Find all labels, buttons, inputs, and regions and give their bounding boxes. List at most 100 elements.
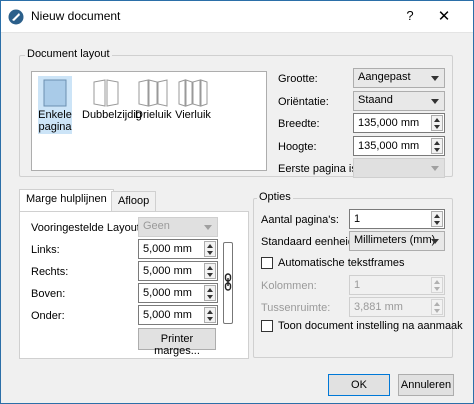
tab-bleed[interactable]: Afloop: [111, 191, 157, 211]
margin-right-stepper[interactable]: [204, 263, 216, 279]
columns-spinbox[interactable]: 1: [349, 275, 445, 295]
chevron-down-icon: [431, 76, 439, 81]
orientation-label: Oriëntatie:: [278, 96, 329, 108]
window-title: Nieuw document: [31, 9, 121, 23]
first-page-select[interactable]: [353, 158, 445, 178]
preset-layouts-select[interactable]: Geen: [138, 217, 218, 237]
document-layout-label: Document layout: [25, 48, 112, 60]
gap-value: 3,881 mm: [354, 301, 403, 313]
layout-label-single-page: Enkele pagina: [38, 109, 72, 133]
arrow-down-icon: [434, 148, 440, 152]
tab-margin-guides-label: Marge hulplijnen: [26, 193, 107, 205]
margin-bottom-label: Onder:: [31, 310, 65, 322]
single-page-icon: [43, 79, 67, 107]
gap-label: Tussenruimte:: [261, 302, 331, 314]
layout-item-triptych[interactable]: Drieluik: [135, 79, 172, 121]
size-select-value: Aangepast: [358, 71, 411, 83]
close-button[interactable]: ✕: [433, 7, 455, 27]
margin-right-label: Rechts:: [31, 266, 69, 278]
first-page-label: Eerste pagina is:: [278, 163, 360, 175]
arrow-down-icon: [207, 317, 213, 321]
gap-stepper[interactable]: [431, 299, 443, 315]
margin-right-spinbox[interactable]: 5,000 mm: [138, 261, 218, 281]
width-stepper[interactable]: [431, 115, 443, 131]
preset-layouts-label: Vooringestelde Layouts:: [31, 222, 149, 234]
tab-margin-guides[interactable]: Marge hulplijnen: [19, 189, 114, 212]
auto-text-frames-checkbox[interactable]: [261, 257, 273, 269]
arrow-up-icon: [434, 118, 440, 122]
auto-text-frames-label[interactable]: Automatische tekstframes: [278, 257, 405, 269]
page-count-value: 1: [354, 213, 361, 225]
layout-item-single-page[interactable]: Enkele pagina: [37, 79, 73, 133]
margin-left-stepper[interactable]: [204, 241, 216, 257]
margin-bottom-value: 5,000 mm: [143, 309, 192, 321]
default-unit-value: Millimeters (mm): [354, 234, 436, 246]
chevron-down-icon: [204, 225, 212, 230]
triptych-icon: [138, 79, 168, 107]
size-label: Grootte:: [278, 73, 318, 85]
help-button[interactable]: ?: [399, 8, 421, 26]
link-margins-toggle[interactable]: [223, 242, 233, 324]
printer-margins-button[interactable]: Printer marges...: [138, 328, 216, 357]
layout-list: Enkele pagina Dubbelzijdig Drieluik Vier…: [31, 71, 267, 171]
width-value: 135,000 mm: [358, 117, 420, 129]
arrow-down-icon: [207, 273, 213, 277]
default-unit-select[interactable]: Millimeters (mm): [349, 231, 445, 251]
margin-top-spinbox[interactable]: 5,000 mm: [138, 283, 218, 303]
cancel-button[interactable]: Annuleren: [398, 374, 454, 396]
printer-margins-label: Printer marges...: [154, 333, 200, 357]
tab-bleed-label: Afloop: [118, 195, 150, 207]
double-sided-icon: [93, 79, 119, 107]
chevron-down-icon: [431, 99, 439, 104]
height-spinbox[interactable]: 135,000 mm: [353, 136, 445, 156]
margin-bottom-spinbox[interactable]: 5,000 mm: [138, 305, 218, 325]
width-spinbox[interactable]: 135,000 mm: [353, 113, 445, 133]
layout-item-quadriptych[interactable]: Vierluik: [175, 79, 211, 121]
ok-button-label: OK: [351, 379, 367, 391]
page-count-spinbox[interactable]: 1: [349, 209, 445, 229]
height-value: 135,000 mm: [358, 140, 420, 152]
margin-right-value: 5,000 mm: [143, 265, 192, 277]
margin-left-value: 5,000 mm: [143, 243, 192, 255]
options-label: Opties: [257, 191, 293, 203]
arrow-up-icon: [434, 214, 440, 218]
chevron-down-icon: [431, 166, 439, 171]
orientation-select[interactable]: Staand: [353, 91, 445, 111]
arrow-up-icon: [434, 280, 440, 284]
size-select[interactable]: Aangepast: [353, 68, 445, 88]
ok-button[interactable]: OK: [328, 374, 390, 396]
columns-stepper[interactable]: [431, 277, 443, 293]
scribus-app-icon: [8, 9, 24, 25]
height-stepper[interactable]: [431, 138, 443, 154]
new-document-dialog: Nieuw document ? ✕ Document layout Enkel…: [0, 0, 474, 404]
chevron-down-icon: [431, 239, 439, 244]
quadriptych-icon: [178, 79, 208, 107]
columns-label: Kolommen:: [261, 280, 317, 292]
layout-label-quadriptych: Vierluik: [175, 109, 211, 121]
gap-spinbox[interactable]: 3,881 mm: [349, 297, 445, 317]
orientation-select-value: Staand: [358, 94, 393, 106]
chain-link-icon: [224, 273, 232, 291]
show-settings-checkbox[interactable]: [261, 320, 273, 332]
margin-top-label: Boven:: [31, 288, 66, 300]
width-label: Breedte:: [278, 118, 320, 130]
arrow-down-icon: [207, 251, 213, 255]
layout-item-double-sided[interactable]: Dubbelzijdig: [82, 79, 142, 121]
show-settings-label[interactable]: Toon document instelling na aanmaak: [278, 320, 463, 332]
arrow-up-icon: [434, 302, 440, 306]
arrow-down-icon: [434, 221, 440, 225]
arrow-up-icon: [434, 141, 440, 145]
margin-top-value: 5,000 mm: [143, 287, 192, 299]
page-count-stepper[interactable]: [431, 211, 443, 227]
arrow-up-icon: [207, 244, 213, 248]
arrow-down-icon: [434, 287, 440, 291]
margin-left-spinbox[interactable]: 5,000 mm: [138, 239, 218, 259]
cancel-button-label: Annuleren: [400, 379, 452, 391]
arrow-down-icon: [434, 125, 440, 129]
arrow-up-icon: [207, 310, 213, 314]
default-unit-label: Standaard eenheid:: [261, 236, 358, 248]
page-count-label: Aantal pagina's:: [261, 214, 339, 226]
height-label: Hoogte:: [278, 141, 317, 153]
margin-bottom-stepper[interactable]: [204, 307, 216, 323]
margin-top-stepper[interactable]: [204, 285, 216, 301]
